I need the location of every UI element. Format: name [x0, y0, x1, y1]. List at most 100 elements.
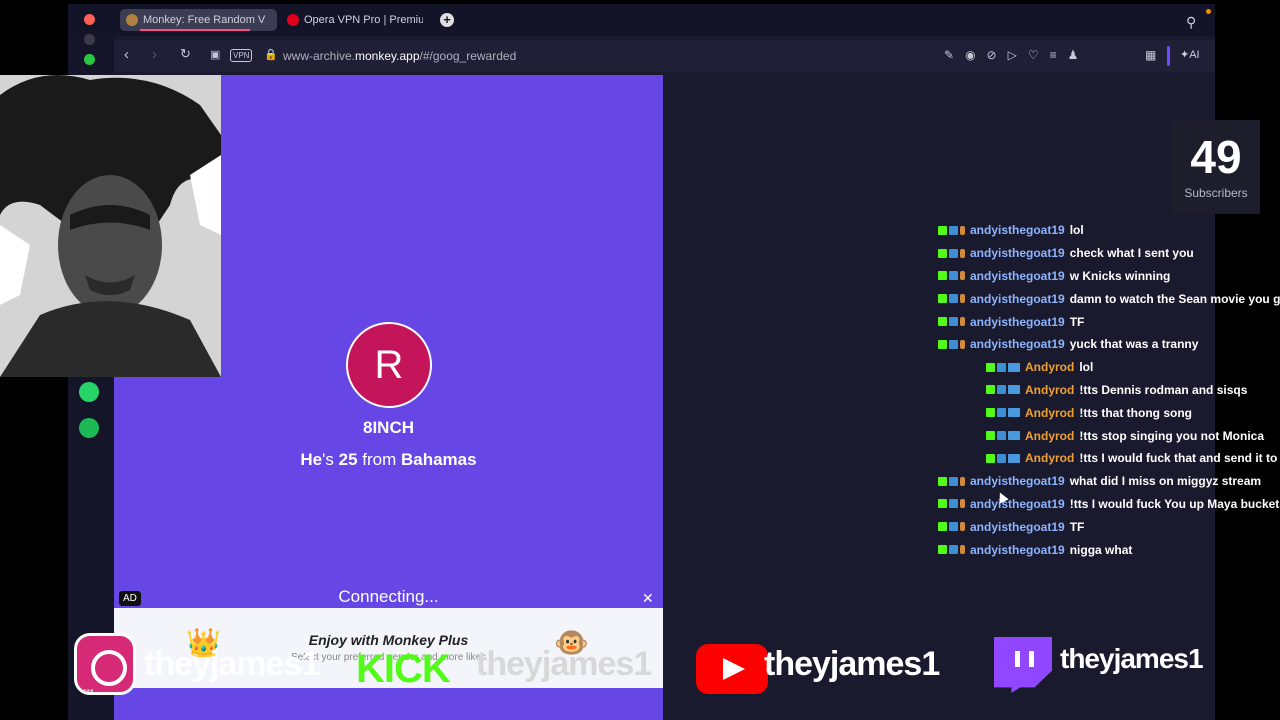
- chat-message: andyisthegoat19 check what I sent you: [938, 242, 1280, 265]
- kick-badge-icon: [938, 317, 947, 327]
- chat-message: andyisthegoat19 TF: [938, 310, 1280, 333]
- chat-username[interactable]: andyisthegoat19: [970, 223, 1065, 237]
- match-age: 25: [338, 450, 358, 469]
- kick-badge-icon: [938, 522, 947, 532]
- maximize-window-button[interactable]: [84, 54, 95, 65]
- kick-badge-icon: [938, 225, 947, 235]
- mic-badge-icon: [960, 248, 965, 258]
- chat-text: !tts I would fuck that and send it to yo: [1079, 451, 1280, 466]
- chat-username[interactable]: andyisthegoat19: [970, 246, 1065, 260]
- chat-username[interactable]: Andyrod: [1025, 406, 1074, 420]
- chat-username[interactable]: andyisthegoat19: [970, 474, 1065, 488]
- profile-icon[interactable]: ♟: [1068, 48, 1079, 62]
- chat-message: andyisthegoat19 yuck that was a tranny: [938, 333, 1280, 356]
- tab-opera-vpn[interactable]: Opera VPN Pro | Premiur: [281, 9, 423, 31]
- match-location: Bahamas: [400, 450, 477, 469]
- chat-message: Andyrod !tts stop singing you not Monica: [938, 424, 1280, 447]
- kick-badge-icon: [986, 385, 995, 395]
- play-icon[interactable]: ▷: [1008, 48, 1017, 62]
- whatsapp-icon[interactable]: [79, 382, 99, 402]
- kick-badge-icon: [938, 339, 947, 349]
- vpn-badge[interactable]: VPN: [230, 49, 253, 62]
- spotify-icon[interactable]: [79, 418, 99, 438]
- webcam-image: [0, 75, 221, 377]
- kick-badge-icon: [938, 248, 947, 258]
- kick-handle: theyjames1: [476, 645, 652, 683]
- chat-username[interactable]: andyisthegoat19: [970, 543, 1065, 557]
- subscriber-badge-icon: [1008, 385, 1020, 395]
- close-ad-icon[interactable]: ✕: [642, 590, 654, 607]
- tab-label: Opera VPN Pro | Premiur: [304, 14, 423, 26]
- match-info: He's 25 from Bahamas: [114, 450, 663, 470]
- chat-message: Andyrod !tts Dennis rodman and sisqs: [938, 379, 1280, 402]
- tab-label: Monkey: Free Random V: [143, 14, 266, 26]
- chat-badges: [938, 248, 965, 258]
- moderator-badge-icon: [949, 522, 958, 532]
- moderator-badge-icon: [949, 499, 958, 509]
- moderator-badge-icon: [949, 294, 958, 304]
- chat-badges: [938, 499, 965, 509]
- chat-text: check what I sent you: [1069, 246, 1194, 261]
- snapshot-icon[interactable]: ◉: [965, 48, 975, 62]
- chat-username[interactable]: Andyrod: [1025, 429, 1074, 443]
- opera-favicon-icon: [287, 14, 299, 26]
- chat-username[interactable]: andyisthegoat19: [970, 520, 1065, 534]
- camera-icon[interactable]: ▣: [210, 48, 220, 61]
- chat-text: !tts that thong song: [1079, 405, 1192, 420]
- chat-username[interactable]: andyisthegoat19: [970, 269, 1065, 283]
- search-icon[interactable]: ⚲: [1186, 14, 1196, 31]
- monkey-favicon-icon: [126, 14, 138, 26]
- chat-username[interactable]: Andyrod: [1025, 451, 1074, 465]
- social-handles-bar: theyjames1 KICK theyjames1 theyjames1 th…: [74, 633, 1214, 697]
- ai-indicator: [1167, 46, 1170, 66]
- stream-chat: andyisthegoat19 lol andyisthegoat19 check w…: [938, 219, 1280, 561]
- chat-text: what did I miss on miggyz stream: [1069, 474, 1262, 489]
- ad-badge: AD: [119, 591, 141, 606]
- address-bar-row: ‹ › ↻ ▣ VPN 🔒 www-archive.monkey.app/#/g…: [114, 40, 1215, 72]
- menu-icon[interactable]: ≡: [1050, 48, 1057, 62]
- subscriber-badge-icon: [1008, 431, 1020, 441]
- cube-icon[interactable]: ▦: [1145, 48, 1156, 62]
- match-from-text: from: [357, 450, 401, 469]
- reload-icon[interactable]: ↻: [180, 46, 191, 62]
- moderator-badge-icon: [949, 476, 958, 486]
- forward-icon[interactable]: ›: [152, 46, 157, 63]
- moderator-badge-icon: [949, 317, 958, 327]
- more-icon[interactable]: •••: [83, 686, 94, 697]
- tab-monkey[interactable]: Monkey: Free Random V: [120, 9, 277, 31]
- url-domain: monkey.app: [355, 49, 420, 63]
- adblock-icon[interactable]: ⊘: [987, 48, 997, 62]
- mic-badge-icon: [960, 476, 965, 486]
- moderator-badge-icon: [949, 545, 958, 555]
- minimize-window-button[interactable]: [84, 34, 95, 45]
- chat-message: Andyrod !tts I would fuck that and send i…: [938, 447, 1280, 470]
- chat-username[interactable]: Andyrod: [1025, 383, 1074, 397]
- chat-message: andyisthegoat19 TF: [938, 515, 1280, 538]
- chat-message: Andyrod lol: [938, 356, 1280, 379]
- ai-label: AI: [1189, 49, 1200, 61]
- chat-username[interactable]: andyisthegoat19: [970, 292, 1065, 306]
- mic-badge-icon: [960, 522, 965, 532]
- chat-message: andyisthegoat19 lol: [938, 219, 1280, 242]
- chat-username[interactable]: andyisthegoat19: [970, 497, 1065, 511]
- edit-icon[interactable]: ✎: [944, 48, 954, 62]
- chat-badges: [938, 317, 965, 327]
- back-icon[interactable]: ‹: [124, 46, 129, 63]
- new-tab-button[interactable]: +: [440, 13, 454, 27]
- notification-dot: [1206, 9, 1211, 14]
- match-pronoun: He: [300, 450, 323, 469]
- ai-button[interactable]: ✦AI: [1180, 48, 1200, 61]
- chat-username[interactable]: andyisthegoat19: [970, 337, 1065, 351]
- subscriber-badge-icon: [1008, 453, 1020, 463]
- chat-username[interactable]: Andyrod: [1025, 360, 1074, 374]
- subscriber-label: Subscribers: [1184, 186, 1248, 200]
- chat-badges: [986, 431, 1020, 441]
- chat-username[interactable]: andyisthegoat19: [970, 315, 1065, 329]
- heart-icon[interactable]: ♡: [1028, 48, 1039, 62]
- kick-badge-icon: [938, 545, 947, 555]
- chat-badges: [938, 339, 965, 349]
- moderator-badge-icon: [997, 431, 1006, 441]
- close-window-button[interactable]: [84, 14, 95, 25]
- url-text[interactable]: www-archive.monkey.app/#/goog_rewarded: [283, 49, 516, 63]
- chat-badges: [938, 522, 965, 532]
